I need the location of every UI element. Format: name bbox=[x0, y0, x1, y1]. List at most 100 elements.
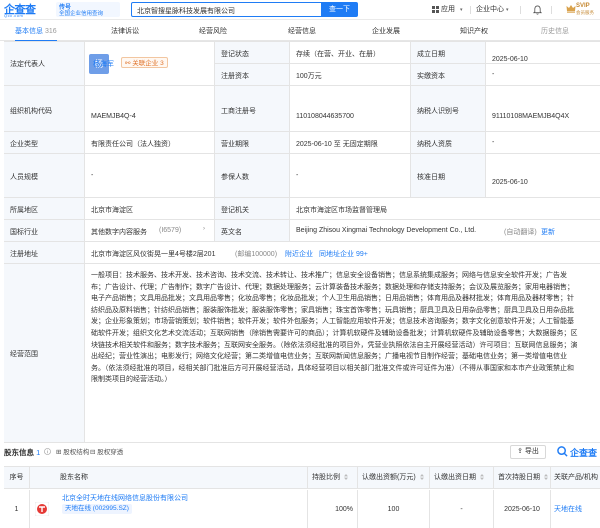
shareholders-title: 股东信息 1 bbox=[4, 448, 41, 457]
authority-value: 北京市海淀区市场监督管理局 bbox=[296, 207, 387, 214]
company-type-value: 有限责任公司（法人独资） bbox=[91, 141, 175, 148]
en-name-value: Beijing Zhisou Xingmai Technology Develo… bbox=[296, 227, 477, 234]
sort-icon[interactable] bbox=[419, 474, 424, 481]
search-input[interactable]: 北京智搜星脉科技发展有限公司 bbox=[131, 2, 322, 17]
tab-risk[interactable]: 经营风险 bbox=[199, 22, 227, 41]
en-name-note: (自动翻译) bbox=[504, 229, 537, 236]
tab-count: 316 bbox=[44, 28, 57, 35]
chevron-right-icon[interactable]: › bbox=[203, 226, 205, 232]
tab-operation[interactable]: 经营信息 bbox=[288, 22, 316, 41]
org-code-value: MAEMJB4Q-4 bbox=[91, 113, 136, 120]
est-date-value: 2025-06-10 bbox=[492, 56, 528, 63]
stock-tag[interactable]: 天地在线 (002995.SZ) bbox=[62, 504, 132, 514]
shareholders-table: 序号 股东名称 持股比例 认缴出资额(万元) 认缴出资日期 首次持股日期 关联产… bbox=[4, 466, 600, 528]
watermark-text: 企查查 bbox=[570, 448, 598, 458]
chevron-down-icon[interactable]: ▾ bbox=[506, 0, 509, 20]
authority-label-cell: 登记机关 bbox=[214, 198, 289, 219]
col-product: 关联产品/机构 bbox=[550, 467, 600, 489]
sort-icon[interactable] bbox=[479, 474, 484, 481]
company-type-label-cell: 企业类型 bbox=[4, 132, 84, 153]
reg-status-label: 登记状态 bbox=[221, 51, 249, 58]
svip-label: SVIP bbox=[576, 3, 590, 9]
reg-capital-value: 100万元 bbox=[296, 73, 322, 80]
region-value: 北京市海淀区 bbox=[91, 207, 133, 214]
qcc-logo[interactable]: 企查查 Qcc.com bbox=[4, 1, 48, 18]
table-row: 所属地区 北京市海淀区 登记机关 北京市海淀区市场监督管理局 bbox=[4, 198, 600, 220]
sort-icon[interactable] bbox=[343, 474, 348, 481]
company-logo-icon[interactable] bbox=[35, 502, 49, 516]
tab-ip[interactable]: 知识产权 bbox=[460, 22, 488, 41]
tab-legal[interactable]: 法律诉讼 bbox=[111, 22, 139, 41]
first-date-value: 2025-06-10 bbox=[493, 490, 550, 528]
industry-value: 其他数字内容服务 bbox=[91, 229, 147, 236]
address-value: 北京市海淀区风仪街晃一里4号楼2层201 bbox=[91, 251, 216, 258]
paid-capital-value: - bbox=[492, 71, 495, 78]
insured-label-cell: 参保人数 bbox=[214, 154, 289, 197]
sort-icon[interactable] bbox=[543, 474, 548, 481]
table-row: 注册地址 北京市海淀区风仪街晃一里4号楼2层201 (邮编100000) 附近企… bbox=[4, 242, 600, 264]
structure-icon: ⊞ bbox=[56, 449, 62, 456]
biz-term-label-cell: 营业期限 bbox=[214, 132, 289, 153]
enterprise-center-link[interactable]: 企业中心 bbox=[476, 0, 504, 20]
bell-icon[interactable] bbox=[533, 5, 542, 15]
tab-history[interactable]: 历史信息 bbox=[541, 22, 569, 41]
address-value-cell: 北京市海淀区风仪街晃一里4号楼2层201 (邮编100000) 附近企业 同地址… bbox=[84, 242, 600, 263]
ratio-value: 100% bbox=[307, 490, 357, 528]
share-structure-button[interactable]: ⊞ 股权结构 bbox=[56, 447, 89, 458]
authority-value-cell: 北京市海淀区市场监督管理局 bbox=[289, 198, 600, 219]
logo-sub: Qcc.com bbox=[4, 13, 24, 18]
en-name-update-link[interactable]: 更新 bbox=[541, 227, 555, 237]
insured-value-cell: - bbox=[289, 154, 410, 197]
shareholders-header: 股东信息 1 ⊞ 股权结构 ⊟ 股权穿透 ⇪ 导出 企查查 bbox=[4, 443, 600, 465]
staff-size-label: 人员规模 bbox=[10, 174, 38, 181]
staff-size-label-cell: 人员规模 bbox=[4, 154, 84, 197]
product-link[interactable]: 天地在线 bbox=[550, 490, 600, 528]
col-first-date[interactable]: 首次持股日期 bbox=[493, 467, 550, 489]
qcc-logo-icon bbox=[557, 446, 568, 457]
apps-menu[interactable]: 应用 bbox=[441, 0, 455, 20]
search-button[interactable]: 查一下 bbox=[321, 2, 358, 17]
paid-capital-label: 实缴资本 bbox=[417, 73, 445, 80]
col-sub-date[interactable]: 认缴出资日期 bbox=[429, 467, 493, 489]
reg-capital-label-cell: 注册资本 bbox=[214, 64, 289, 85]
industry-label: 国标行业 bbox=[10, 229, 38, 236]
sub-date-value: - bbox=[429, 490, 493, 528]
nearby-companies-link[interactable]: 附近企业 bbox=[285, 249, 313, 259]
biz-term-label: 营业期限 bbox=[221, 141, 249, 148]
approval-date-label-cell: 核准日期 bbox=[410, 154, 485, 197]
reg-status-value-cell: 存续（在营、开业、在册） bbox=[289, 42, 410, 63]
table-row: 组织机构代码 MAEMJB4Q-4 工商注册号 110108044635700 … bbox=[4, 86, 600, 132]
en-name-label-cell: 英文名 bbox=[214, 220, 289, 241]
apps-grid-icon[interactable] bbox=[432, 6, 439, 13]
staff-size-value-cell: - bbox=[84, 154, 214, 197]
approval-date-value-cell: 2025-06-10 bbox=[485, 154, 600, 197]
tab-basic-info[interactable]: 基本信息 316 bbox=[15, 22, 57, 42]
related-companies-chip[interactable]: ⚯ 关联企业 3 bbox=[121, 57, 168, 68]
biz-reg-no-label: 工商注册号 bbox=[221, 108, 256, 115]
nav-divider bbox=[551, 6, 552, 14]
taxpayer-qual-label-cell: 纳税人资质 bbox=[410, 132, 485, 153]
col-ratio[interactable]: 持股比例 bbox=[307, 467, 357, 489]
postcode: (邮编100000) bbox=[235, 251, 278, 258]
table-row: 人员规模 - 参保人数 - 核准日期 2025-06-10 bbox=[4, 154, 600, 198]
equity-penetration-button[interactable]: ⊟ 股权穿透 bbox=[90, 447, 123, 458]
company-type-value-cell: 有限责任公司（法人独资） bbox=[84, 132, 214, 153]
table-row: 北京全时天地在线网络信息股份有限公司 天地在线 (002995.SZ) bbox=[29, 490, 307, 528]
approval-date-value: 2025-06-10 bbox=[492, 179, 528, 186]
tab-development[interactable]: 企业发展 bbox=[372, 22, 400, 41]
paid-capital-label-cell: 实缴资本 bbox=[410, 64, 485, 85]
reg-status-label-cell: 登记状态 bbox=[214, 42, 289, 63]
legal-rep-value-cell: 杨 杨海军 ⚯ 关联企业 3 bbox=[84, 42, 214, 86]
legal-rep-name-link[interactable]: 杨海军 bbox=[93, 59, 114, 69]
region-value-cell: 北京市海淀区 bbox=[84, 198, 214, 219]
insured-label: 参保人数 bbox=[221, 174, 249, 181]
tax-id-label: 纳税人识别号 bbox=[417, 108, 459, 115]
export-button[interactable]: ⇪ 导出 bbox=[510, 445, 546, 459]
row-index: 1 bbox=[4, 490, 29, 528]
col-sub-amount[interactable]: 认缴出资额(万元) bbox=[357, 467, 429, 489]
svip-badge[interactable]: SVIP 会员服务 bbox=[566, 2, 596, 18]
same-address-link[interactable]: 同地址企业 99+ bbox=[319, 249, 368, 259]
chevron-down-icon[interactable]: ▾ bbox=[460, 0, 463, 20]
scope-value-cell: 一般项目：技术服务、技术开发、技术咨询、技术交流、技术转让、技术推广；信息安全设… bbox=[84, 264, 600, 442]
info-icon[interactable] bbox=[44, 448, 51, 455]
